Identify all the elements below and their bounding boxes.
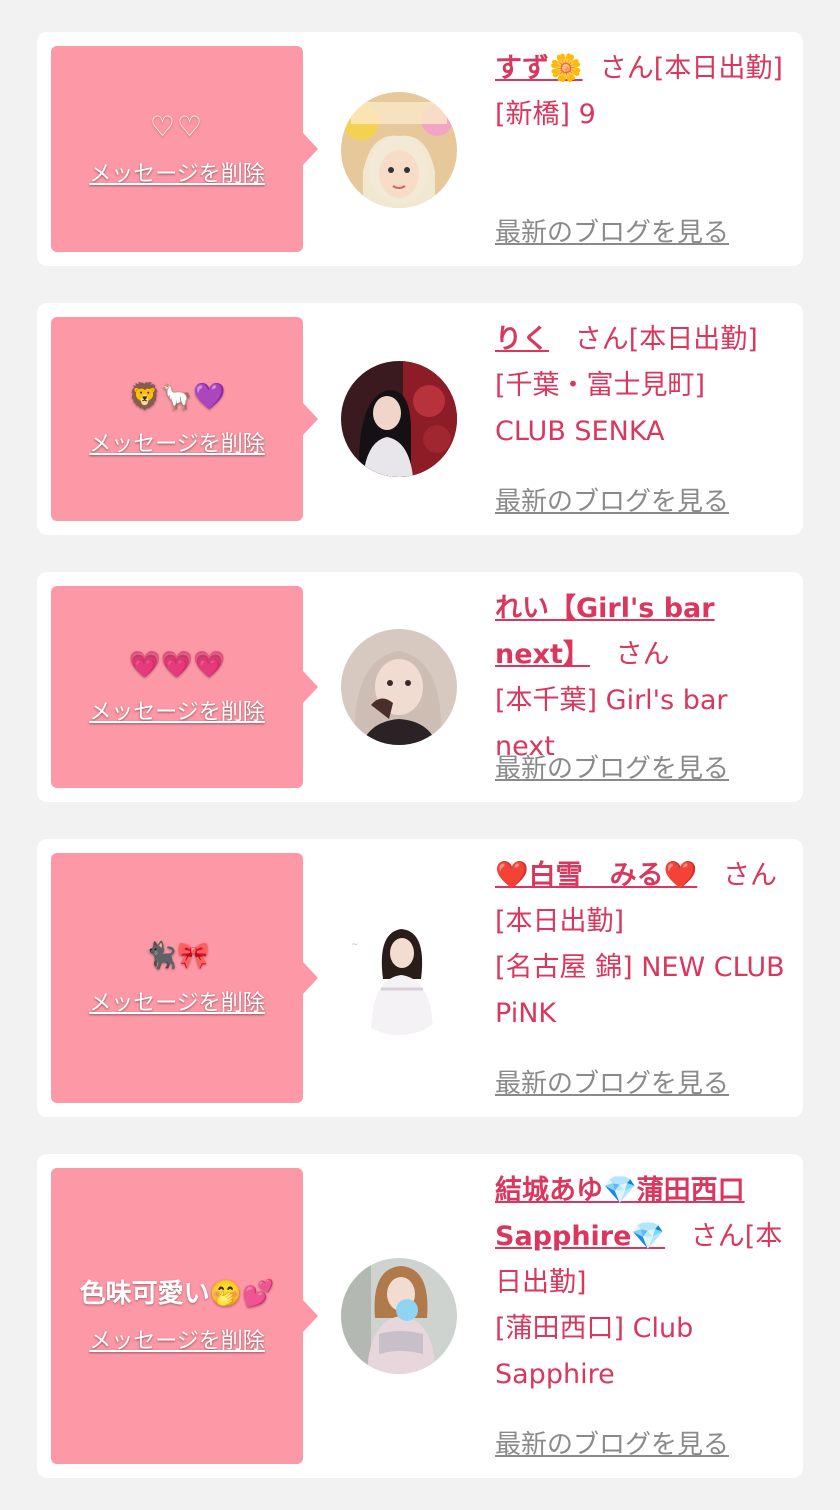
attendance-status: [本日出勤]	[495, 906, 625, 937]
honorific: さん	[574, 324, 629, 355]
honorific: さん	[615, 639, 670, 670]
cast-name-link[interactable]: れい【Girl's bar next】	[495, 593, 715, 670]
cast-info: ❤️白雪 みる❤️ さん [本日出勤] [名古屋 錦] NEW CLUB PiNK	[495, 853, 795, 1037]
cast-location: [蒲田西口] Club Sapphire	[495, 1313, 694, 1390]
message-text: 🐈‍⬛🎀	[144, 941, 210, 971]
message-bubble: 色味可愛い🤭💕 メッセージを削除	[51, 1168, 318, 1464]
avatar-photo: ~	[341, 919, 457, 1035]
honorific: さん	[690, 1221, 745, 1252]
avatar-photo	[341, 629, 457, 745]
avatar-photo	[341, 361, 457, 477]
message-text: 🦁🦙💜	[128, 382, 226, 412]
avatar[interactable]	[341, 92, 457, 208]
cast-info: りく さん[本日出勤] [千葉・富士見町] CLUB SENKA	[495, 317, 795, 455]
message-bubble: 🦁🦙💜 メッセージを削除	[51, 317, 318, 521]
message-text: 💗💗💗	[128, 650, 226, 680]
delete-message-link[interactable]: メッセージを削除	[89, 426, 265, 458]
avatar[interactable]	[341, 1258, 457, 1374]
delete-message-link[interactable]: メッセージを削除	[89, 985, 265, 1017]
message-card: ♡♡ メッセージを削除 すず🌼 さん[本日出勤] [新橋] 9 最新のブログを見…	[37, 32, 803, 266]
cast-name-link[interactable]: りく	[495, 324, 549, 355]
honorific: さん	[599, 53, 654, 84]
message-card: 💗💗💗 メッセージを削除 れい【Girl's bar next】 さん [本千葉…	[37, 572, 803, 802]
latest-blog-link[interactable]: 最新のブログを見る	[495, 212, 729, 249]
message-card: 色味可愛い🤭💕 メッセージを削除 結城あゆ💎蒲田西口Sapphire💎 さん[本…	[37, 1154, 803, 1478]
cast-location: [新橋] 9	[495, 99, 596, 130]
delete-message-link[interactable]: メッセージを削除	[89, 156, 265, 188]
latest-blog-link[interactable]: 最新のブログを見る	[495, 748, 729, 785]
message-text: 色味可愛い🤭💕	[79, 1279, 275, 1309]
message-bubble: 🐈‍⬛🎀 メッセージを削除	[51, 853, 318, 1103]
cast-info: すず🌼 さん[本日出勤] [新橋] 9	[495, 46, 795, 138]
delete-message-link[interactable]: メッセージを削除	[89, 1323, 265, 1355]
message-card: 🐈‍⬛🎀 メッセージを削除 ~ ❤️白雪 みる❤️ さん [本日出勤] [名古屋 …	[37, 839, 803, 1117]
message-bubble: ♡♡ メッセージを削除	[51, 46, 318, 252]
attendance-status: [本日出勤]	[653, 53, 783, 84]
message-text: ♡♡	[149, 110, 205, 143]
message-bubble: 💗💗💗 メッセージを削除	[51, 586, 318, 788]
cast-location: [千葉・富士見町] CLUB SENKA	[495, 370, 706, 447]
cast-info: れい【Girl's bar next】 さん [本千葉] Girl's bar …	[495, 586, 795, 770]
message-card: 🦁🦙💜 メッセージを削除 りく さん[本日出勤] [千葉・富士見町] CLUB …	[37, 303, 803, 535]
attendance-status: [本日出勤]	[628, 324, 758, 355]
latest-blog-link[interactable]: 最新のブログを見る	[495, 481, 729, 518]
latest-blog-link[interactable]: 最新のブログを見る	[495, 1063, 729, 1100]
cast-name-link[interactable]: すず🌼	[495, 53, 583, 84]
avatar[interactable]	[341, 361, 457, 477]
cast-location: [名古屋 錦] NEW CLUB PiNK	[495, 952, 785, 1029]
delete-message-link[interactable]: メッセージを削除	[89, 694, 265, 726]
avatar-photo	[341, 92, 457, 208]
honorific: さん	[723, 860, 777, 891]
avatar[interactable]	[341, 629, 457, 745]
avatar[interactable]: ~	[341, 919, 457, 1035]
latest-blog-link[interactable]: 最新のブログを見る	[495, 1424, 729, 1461]
cast-name-link[interactable]: ❤️白雪 みる❤️	[495, 860, 697, 891]
svg-text:~: ~	[351, 940, 359, 950]
avatar-photo	[341, 1258, 457, 1374]
cast-info: 結城あゆ💎蒲田西口Sapphire💎 さん[本日出勤] [蒲田西口] Club …	[495, 1168, 795, 1398]
